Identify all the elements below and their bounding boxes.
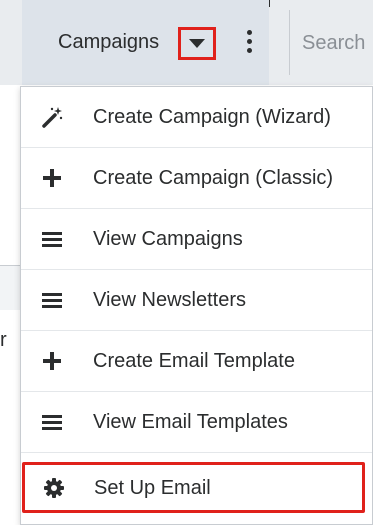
campaigns-tab-label[interactable]: Campaigns <box>58 30 159 54</box>
menu-item-set-up-email[interactable]: Set Up Email <box>22 462 365 513</box>
menu-item-create-campaign-wizard[interactable]: Create Campaign (Wizard) <box>21 87 372 148</box>
menu-item-create-email-template[interactable]: Create Email Template <box>21 331 372 392</box>
campaigns-module-tab[interactable]: Campaigns <box>22 0 269 85</box>
list-icon <box>41 228 63 250</box>
search-input[interactable]: Search <box>302 31 365 55</box>
menu-item-label: View Newsletters <box>93 289 247 311</box>
menu-item-view-email-templates[interactable]: View Email Templates <box>21 392 372 453</box>
menu-item-view-newsletters[interactable]: View Newsletters <box>21 270 372 331</box>
menu-item-label: Set Up Email <box>94 477 211 499</box>
more-options-icon[interactable] <box>244 30 254 54</box>
magic-wand-icon <box>41 106 63 128</box>
plus-icon <box>41 167 63 189</box>
background-text-fragment: r <box>0 329 7 351</box>
menu-item-label: Create Campaign (Wizard) <box>93 106 331 128</box>
top-navigation-bar: Campaigns Search <box>0 0 373 85</box>
campaigns-dropdown-toggle[interactable] <box>178 27 216 60</box>
menu-item-label: Create Campaign (Classic) <box>93 167 334 189</box>
menu-item-create-campaign-classic[interactable]: Create Campaign (Classic) <box>21 148 372 209</box>
gear-icon <box>43 477 65 499</box>
menu-item-label: View Email Templates <box>93 411 288 433</box>
caret-down-icon <box>189 39 205 48</box>
list-icon <box>41 289 63 311</box>
search-divider <box>289 10 290 75</box>
plus-icon <box>41 350 63 372</box>
menu-item-view-campaigns[interactable]: View Campaigns <box>21 209 372 270</box>
list-icon <box>41 411 63 433</box>
campaigns-dropdown-menu: Create Campaign (Wizard) Create Campaign… <box>20 86 373 525</box>
menu-item-label: Create Email Template <box>93 350 295 372</box>
background-header-band <box>0 266 22 310</box>
menu-item-label: View Campaigns <box>93 228 243 250</box>
